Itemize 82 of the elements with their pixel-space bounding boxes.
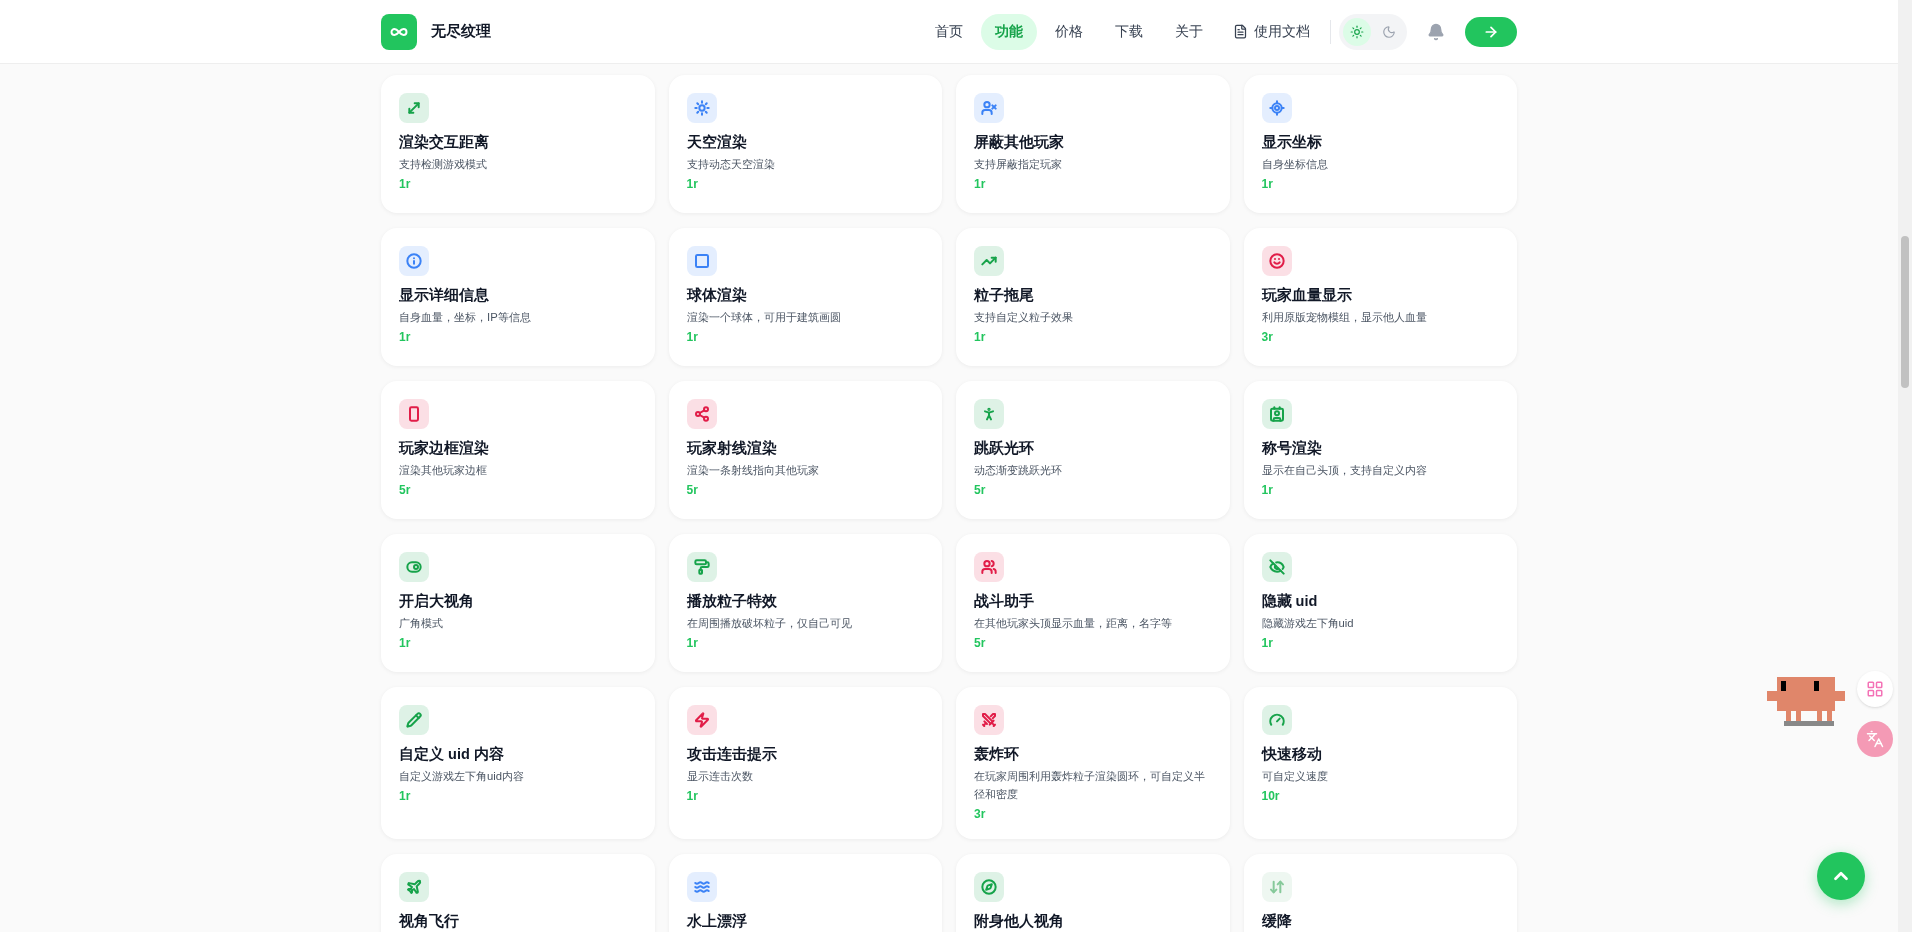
logo-tile[interactable] — [381, 13, 417, 50]
feature-description: 广角模式 — [399, 616, 444, 631]
feature-title: 玩家血量显示 — [1261, 286, 1353, 304]
feature-price: 10r — [1261, 788, 1281, 805]
feature-title: 玩家边框渲染 — [399, 439, 490, 457]
bell-icon[interactable] — [1427, 22, 1445, 41]
feature-price: 1r — [1261, 635, 1274, 652]
feature-description: 自定义游戏左下角uid内容 — [399, 769, 526, 784]
feature-description: 利用原版宠物模组，显示他人血量 — [1261, 310, 1428, 325]
feature-price: 1r — [974, 176, 987, 193]
translate-icon — [1866, 730, 1884, 748]
document-icon — [1233, 24, 1248, 39]
feature-title: 快速移动 — [1261, 745, 1323, 763]
feature-title: 轰炸环 — [974, 745, 1020, 763]
back-to-top-button[interactable] — [1817, 852, 1865, 900]
feature-price: 1r — [686, 788, 699, 805]
feature-title: 玩家射线渲染 — [686, 439, 778, 457]
grid-icon — [1866, 680, 1884, 698]
feature-price: 1r — [686, 176, 699, 193]
feature-price: 1r — [399, 329, 412, 346]
nav-link[interactable]: 使用文档 — [1221, 13, 1322, 50]
feature-price: 5r — [399, 482, 412, 499]
feature-price: 1r — [1261, 482, 1274, 499]
sun-icon — [1350, 24, 1364, 39]
feature-title: 显示坐标 — [1261, 133, 1323, 151]
feature-price: 3r — [974, 806, 987, 823]
feature-title: 水上漂浮 — [686, 912, 748, 930]
feature-title: 自定义 uid 内容 — [399, 745, 505, 763]
feature-description: 支持检测游戏模式 — [399, 157, 488, 172]
feature-price: 1r — [399, 635, 412, 652]
feature-price: 5r — [974, 482, 987, 499]
feature-description: 在其他玩家头顶显示血量，距离，名字等 — [974, 616, 1173, 631]
nav-link[interactable]: 下载 — [1101, 13, 1157, 50]
apps-button[interactable] — [1857, 671, 1893, 707]
feature-description: 自身坐标信息 — [1261, 157, 1329, 172]
feature-title: 屏蔽其他玩家 — [974, 133, 1065, 151]
feature-description: 自身血量，坐标，IP等信息 — [399, 310, 532, 325]
feature-title: 附身他人视角 — [974, 912, 1065, 930]
nav-link[interactable]: 价格 — [1041, 13, 1097, 50]
feature-description: 显示在自己头顶，支持自定义内容 — [1261, 463, 1428, 478]
feature-title: 显示详细信息 — [399, 286, 490, 304]
feature-description: 显示连击次数 — [686, 769, 754, 784]
feature-description: 渲染一条射线指向其他玩家 — [686, 463, 820, 478]
feature-description: 在玩家周围利用轰炸粒子渲染圆环，可自定义半径和密度 — [974, 769, 1206, 802]
nav-link[interactable]: 首页 — [921, 13, 977, 50]
feature-description: 支持动态天空渲染 — [686, 157, 776, 172]
feature-title: 跳跃光环 — [974, 439, 1035, 457]
feature-price: 3r — [1261, 329, 1274, 346]
feature-price: 5r — [686, 482, 699, 499]
feature-description: 动态渐变跳跃光环 — [974, 463, 1063, 478]
feature-title: 球体渲染 — [686, 286, 748, 304]
feature-title: 缓降 — [1261, 912, 1293, 930]
feature-price: 1r — [399, 176, 412, 193]
feature-price: 1r — [974, 329, 987, 346]
feature-price: 1r — [686, 635, 699, 652]
feature-title: 播放粒子特效 — [686, 592, 778, 610]
feature-title: 开启大视角 — [399, 592, 475, 610]
nav-link[interactable]: 关于 — [1161, 13, 1217, 50]
feature-title: 战斗助手 — [974, 592, 1035, 610]
moon-icon — [1382, 24, 1396, 39]
feature-description: 可自定义速度 — [1261, 769, 1329, 784]
brand-name: 无尽纹理 — [431, 21, 491, 42]
feature-title: 称号渲染 — [1261, 439, 1323, 457]
feature-description: 在周围播放破坏粒子，仅自己可见 — [686, 616, 853, 631]
feature-price: 5r — [974, 635, 987, 652]
light-mode-button[interactable] — [1343, 17, 1371, 46]
feature-description: 渲染一个球体，可用于建筑画圆 — [686, 310, 842, 325]
feature-title: 隐藏 uid — [1261, 592, 1319, 610]
feature-description: 支持自定义粒子效果 — [974, 310, 1074, 325]
feature-title: 天空渲染 — [686, 133, 748, 151]
feature-description: 隐藏游戏左下角uid — [1261, 616, 1355, 631]
feature-title: 攻击连击提示 — [686, 745, 778, 763]
translate-button[interactable] — [1857, 721, 1893, 757]
feature-price: 1r — [399, 788, 412, 805]
feature-description: 支持屏蔽指定玩家 — [974, 157, 1063, 172]
go-button[interactable] — [1465, 16, 1517, 47]
feature-price: 1r — [686, 329, 699, 346]
feature-title: 渲染交互距离 — [399, 133, 490, 151]
feature-price: 1r — [1261, 176, 1274, 193]
feature-description: 渲染其他玩家边框 — [399, 463, 488, 478]
feature-title: 粒子拖尾 — [974, 286, 1035, 304]
feature-title: 视角飞行 — [399, 912, 460, 930]
